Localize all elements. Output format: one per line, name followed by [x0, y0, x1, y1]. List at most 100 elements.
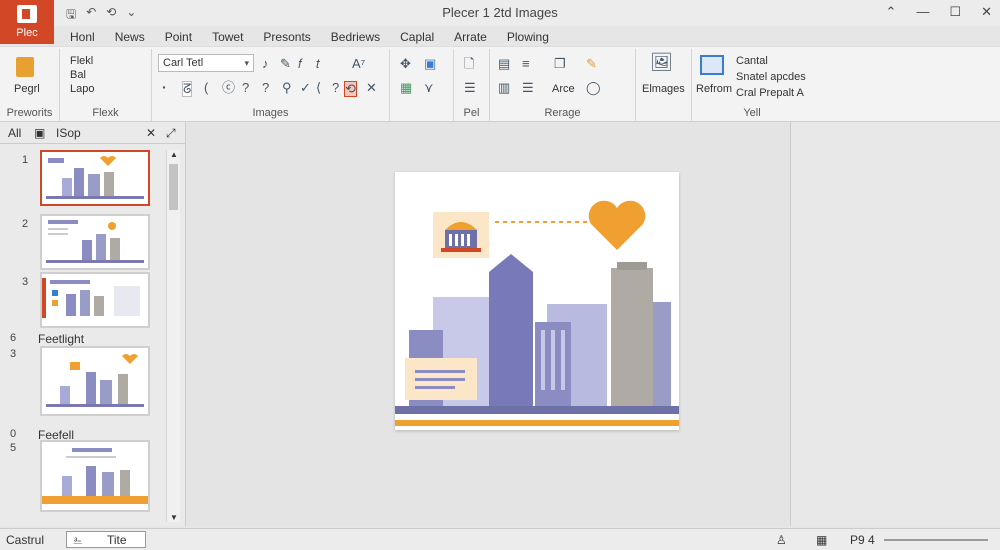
window-controls: ⌃ — ☐ ✕ — [886, 4, 992, 20]
paren-icon[interactable]: ( — [204, 81, 208, 95]
lapo-item[interactable]: Lapo — [70, 83, 94, 96]
slide-number: 5 — [10, 442, 17, 454]
close-pane-icon[interactable]: ✕ — [146, 126, 156, 140]
tab-honl[interactable]: Honl — [60, 28, 105, 46]
grid-icon[interactable]: ▤ — [498, 57, 510, 71]
slide-thumbnail-3[interactable] — [40, 272, 150, 328]
paste-icon[interactable] — [16, 57, 34, 77]
section-number: 0 — [10, 428, 17, 440]
slide-thumbnail-4[interactable] — [40, 346, 150, 416]
cursor-icon[interactable]: ✥ — [400, 57, 411, 71]
shape-icon[interactable]: ▣ — [424, 57, 436, 71]
scroll-thumb[interactable] — [169, 164, 178, 210]
group-label-images: Images — [252, 107, 289, 119]
snatel-item[interactable]: Snatel apcdes — [736, 71, 806, 84]
minimize-button[interactable]: — — [916, 4, 929, 20]
customize-qat-icon[interactable]: ⌄ — [126, 5, 136, 26]
tab-bedriews[interactable]: Bedriews — [321, 28, 390, 46]
table-icon[interactable]: ▦ — [400, 81, 412, 95]
flekl-item[interactable]: Flekl — [70, 55, 93, 68]
tab-presonts[interactable]: Presonts — [253, 28, 320, 46]
shape-fill-icon[interactable]: ◯ — [586, 81, 601, 95]
ribbon-collapse-icon[interactable]: ⌃ — [886, 4, 897, 20]
pin-icon[interactable]: ⚲ — [282, 81, 292, 95]
justify-icon[interactable]: ☰ — [522, 81, 534, 95]
save-icon[interactable]: 🖫 — [66, 5, 76, 26]
arrange-label[interactable]: Arce — [552, 83, 575, 96]
font-name-field[interactable]: Carl Tetl ▾ — [158, 54, 254, 72]
normal-view-icon[interactable]: ▦ — [816, 533, 827, 547]
quick-access-toolbar: 🖫 ↶ ⟲ ⌄ — [66, 5, 136, 26]
group-tools: ✥ ▣ ▦ ⋎ — [390, 49, 454, 121]
slide-thumbnail-5[interactable] — [40, 440, 150, 512]
tab-towet[interactable]: Towet — [202, 28, 253, 46]
slide-thumbnail-1[interactable] — [40, 150, 150, 206]
question-icon[interactable]: ? — [242, 81, 249, 95]
maximize-button[interactable]: ☐ — [949, 4, 961, 20]
clip-icon[interactable]: ⓒ — [222, 81, 235, 95]
check-icon[interactable]: ✓ — [300, 81, 311, 95]
arrange-icon[interactable]: ❐ — [554, 57, 566, 71]
section-number: 6 — [10, 332, 17, 344]
clear-format-icon[interactable]: ✎ — [280, 57, 291, 71]
paste-label[interactable]: Pegrl — [14, 83, 40, 96]
bal-item[interactable]: Bal — [70, 69, 86, 82]
status-tab[interactable]: ⎁ Tite — [66, 531, 146, 548]
delete-icon[interactable]: ✕ — [366, 81, 377, 95]
document-icon[interactable]: 🗋 — [464, 57, 474, 71]
tab-isop[interactable]: ISop — [56, 126, 81, 140]
cantal-item[interactable]: Cantal — [736, 55, 768, 68]
align-icon[interactable]: ≡ — [522, 57, 530, 71]
font-size-icon[interactable]: A⁷ — [352, 57, 365, 71]
tab-arrate[interactable]: Arrate — [444, 28, 497, 46]
edit-icon[interactable]: ✎ — [586, 57, 597, 71]
app-file-button[interactable]: Plec — [0, 0, 54, 44]
help-icon[interactable]: ? — [262, 81, 269, 95]
expand-pane-icon[interactable]: ⤢ — [166, 126, 176, 141]
scroll-up-icon[interactable]: ▲ — [170, 150, 178, 159]
slide-thumbnail-2[interactable] — [40, 214, 150, 270]
redo-icon[interactable]: ⟲ — [106, 5, 116, 26]
tab-news[interactable]: News — [105, 28, 155, 46]
list-icon[interactable]: ☰ — [464, 81, 476, 95]
heart-icon — [588, 200, 646, 250]
pane-tabs: All ▣ ISop ✕ ⤢ — [0, 122, 186, 144]
images-icon[interactable]: 🖼 — [650, 53, 673, 71]
close-button[interactable]: ✕ — [981, 4, 992, 20]
angle-icon[interactable]: ⟨ — [316, 81, 321, 95]
ribbon-tabs: Honl News Point Towet Presonts Bedriews … — [60, 28, 559, 46]
slide-number: 3 — [10, 348, 17, 360]
filter-icon[interactable]: ⋎ — [424, 81, 434, 95]
tab-plowing[interactable]: Plowing — [497, 28, 559, 46]
zoom-slider[interactable] — [884, 539, 988, 541]
tab-all[interactable]: All — [8, 126, 21, 140]
app-logo-icon — [17, 5, 37, 23]
tab-caplal[interactable]: Caplal — [390, 28, 444, 46]
strike-icon[interactable]: 𝑡 — [316, 57, 320, 71]
ribbon: Pegrl Preworits Flekl Bal Lapo Flexk ♪ ✎… — [0, 46, 1000, 122]
thumbnail-scrollbar[interactable]: ▲ ▼ — [166, 150, 180, 522]
font-color-icon[interactable]: ♪ — [262, 57, 269, 71]
group-yell: Refrom Cantal Snatel apcdes Cral Prepalt… — [692, 49, 812, 121]
window-title: Plecer 1 2td Images — [442, 5, 558, 20]
refrom-icon[interactable] — [700, 55, 724, 75]
outline-icon[interactable]: ▣ — [34, 126, 45, 140]
bold-icon[interactable]: ꞏ — [162, 81, 166, 95]
cral-item[interactable]: Cral Prepalt A — [736, 87, 804, 100]
highlight-icon[interactable]: ⟲ — [344, 81, 357, 97]
italic-icon[interactable]: 𝑓 — [298, 57, 302, 71]
main-slide[interactable] — [395, 172, 679, 430]
chevron-down-icon[interactable]: ▾ — [244, 55, 249, 71]
undo-icon[interactable]: ↶ — [86, 5, 96, 26]
elmages-label[interactable]: Elmages — [642, 83, 685, 96]
tab-point[interactable]: Point — [155, 28, 202, 46]
accessibility-icon[interactable]: ♙ — [776, 533, 787, 547]
zoom-level[interactable]: P9 4 — [850, 533, 875, 547]
align-left-icon[interactable]: ᘔ — [182, 81, 193, 97]
section-label-feetlight[interactable]: Feetlight — [38, 332, 84, 346]
scroll-down-icon[interactable]: ▼ — [170, 513, 178, 522]
query-icon[interactable]: ? — [332, 81, 339, 95]
slide-1-preview — [46, 156, 144, 199]
rows-icon[interactable]: ▥ — [498, 81, 510, 95]
refrom-label[interactable]: Refrom — [696, 83, 732, 96]
